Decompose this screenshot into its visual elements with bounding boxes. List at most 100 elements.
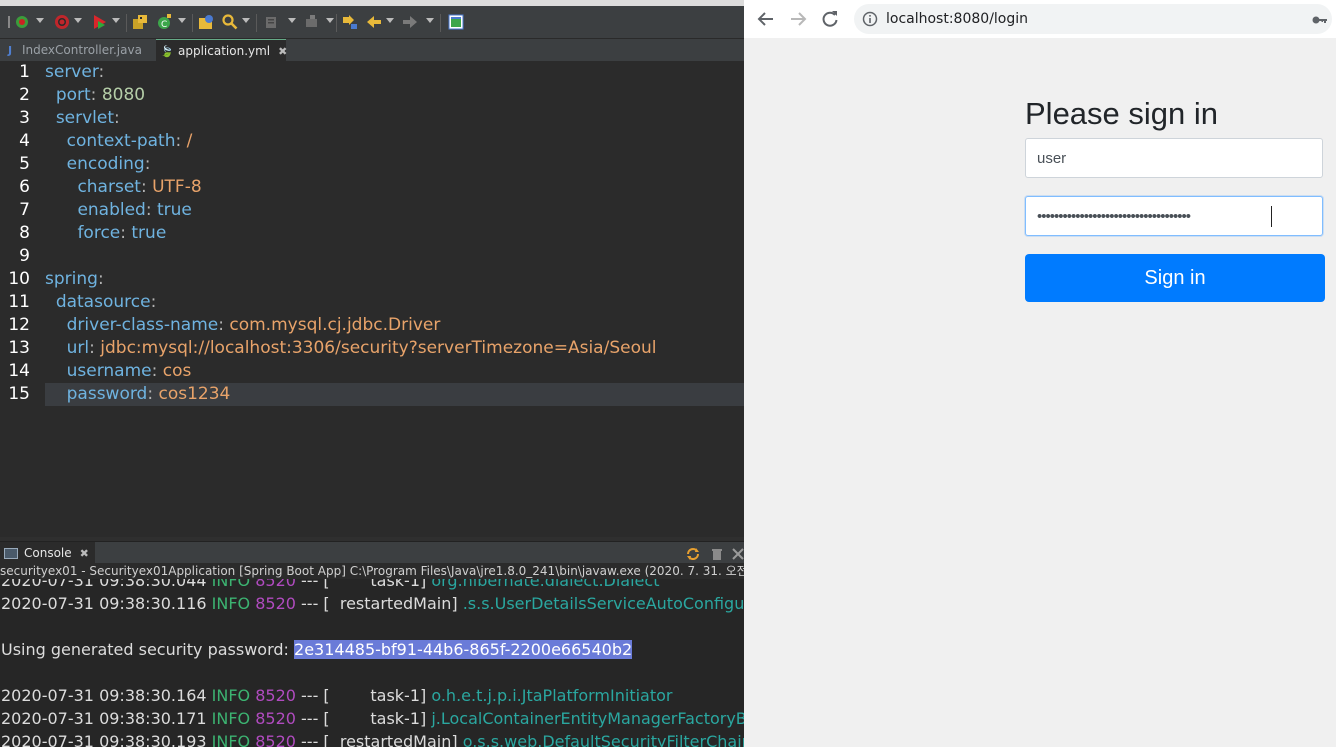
reload-icon[interactable] (820, 9, 840, 29)
remove-launch-icon[interactable] (731, 546, 744, 560)
code-token: : (140, 177, 153, 197)
refresh-icon[interactable] (686, 546, 700, 560)
sign-in-button[interactable]: Sign in (1025, 254, 1325, 302)
stop-dropdown-icon[interactable] (74, 18, 82, 23)
code-line[interactable]: 4 context-path: / (0, 130, 744, 153)
console-output[interactable]: 2020-07-31 09:38:30.044 INFO 8520 --- [ … (0, 579, 744, 747)
trash-icon[interactable] (710, 546, 724, 560)
generated-password[interactable]: 2e314485-bf91-44b6-865f-2200e66540b2 (294, 640, 633, 659)
console-token: j.LocalContainerEntityManagerFactoryBean (431, 709, 744, 728)
search-icon[interactable] (222, 14, 238, 30)
code-line[interactable]: 3 servlet: (0, 107, 744, 130)
editor-tab-bar: J IndexController.java 🍃 application.yml ✖ (0, 39, 744, 63)
back-arrow-icon[interactable] (366, 14, 382, 30)
line-number: 4 (19, 131, 30, 151)
console-process-description: securityex01 - Securityex01Application [… (0, 563, 744, 579)
code-line[interactable]: 14 username: cos (0, 360, 744, 383)
search-dropdown-icon[interactable] (242, 18, 250, 23)
line-number: 12 (8, 315, 30, 335)
console-line: 2020-07-31 09:38:30.044 INFO 8520 --- [ … (1, 579, 659, 592)
code-line[interactable]: 10 spring: (0, 268, 744, 291)
code-line[interactable]: 11 datasource: (0, 291, 744, 314)
code-token: : (175, 131, 187, 151)
address-bar[interactable]: localhost:8080/login (854, 4, 1332, 34)
code-line[interactable]: 6 charset: UTF-8 (0, 176, 744, 199)
console-line: 2020-07-31 09:38:30.164 INFO 8520 --- [ … (1, 684, 672, 707)
annotation-icon[interactable] (264, 14, 280, 30)
code-line[interactable]: 2 port: 8080 (0, 84, 744, 107)
tab-label: application.yml (178, 44, 271, 58)
code-text: context-path: / (45, 130, 744, 153)
code-line[interactable]: 13 url: jdbc:mysql://localhost:3306/secu… (0, 337, 744, 360)
console-token: org.hibernate.dialect.Dialect (431, 579, 660, 590)
console-token: o.s.s.web.DefaultSecurityFilterChain (462, 732, 744, 747)
line-number: 3 (19, 108, 30, 128)
console-token: 8520 (255, 732, 296, 747)
close-icon[interactable]: ✖ (80, 547, 89, 560)
annotation-dropdown-icon[interactable] (288, 18, 296, 23)
forward-icon[interactable] (788, 9, 808, 29)
line-number: 9 (19, 246, 30, 266)
run-dropdown-icon[interactable] (112, 18, 120, 23)
code-token: username (66, 361, 152, 381)
code-token: servlet (55, 108, 115, 128)
forward-arrow-icon[interactable] (402, 14, 418, 30)
username-field[interactable]: user (1025, 138, 1323, 178)
console-token: 8520 (255, 579, 296, 590)
login-page: Please sign in user ••••••••••••••••••••… (744, 38, 1336, 747)
code-text: username: cos (45, 360, 744, 383)
code-line[interactable]: 15 password: cos1234 (0, 383, 744, 406)
pin-dropdown-icon[interactable] (326, 18, 334, 23)
back-dropdown-icon[interactable] (386, 18, 394, 23)
code-token: / (186, 131, 193, 151)
console-token: INFO (211, 709, 256, 728)
code-editor[interactable]: 1 server: 2 port: 8080 3 servlet: 4 context-… (0, 61, 744, 537)
code-line[interactable]: 12 driver-class-name: com.mysql.cj.jdbc.… (0, 314, 744, 337)
console-token: 8520 (255, 594, 296, 613)
line-number: 2 (19, 85, 30, 105)
console-icon (4, 548, 18, 559)
forward-dropdown-icon[interactable] (426, 18, 434, 23)
tab-index-controller[interactable]: J IndexController.java (4, 39, 154, 61)
code-text: datasource: (45, 291, 744, 314)
new-class-dropdown-icon[interactable] (178, 18, 186, 23)
code-line[interactable]: 5 encoding: (0, 153, 744, 176)
code-line[interactable]: 9 (0, 245, 744, 268)
svg-text:C: C (161, 20, 167, 30)
console-line: Using generated security password: 2e314… (1, 638, 633, 661)
code-text: spring: (45, 268, 744, 291)
debug-icon[interactable] (14, 14, 30, 30)
tab-application-yml[interactable]: 🍃 application.yml ✖ (156, 39, 287, 63)
code-line[interactable]: 7 enabled: true (0, 199, 744, 222)
new-project-icon[interactable] (132, 14, 148, 30)
code-line[interactable]: 1 server: (0, 61, 744, 84)
line-number: 13 (8, 338, 30, 358)
open-type-icon[interactable] (198, 14, 214, 30)
back-icon[interactable] (756, 9, 776, 29)
new-class-icon[interactable]: C (156, 14, 172, 30)
key-icon[interactable] (1312, 12, 1328, 26)
close-icon[interactable]: ✖ (278, 41, 287, 63)
perspective-icon[interactable] (448, 14, 464, 30)
toolbar-separator (256, 14, 257, 32)
line-number: 14 (8, 361, 30, 381)
code-token: spring (45, 269, 98, 289)
code-token: cos (162, 361, 192, 381)
run-icon[interactable] (92, 14, 108, 30)
code-line[interactable]: 8 force: true (0, 222, 744, 245)
code-token: driver-class-name (66, 315, 219, 335)
stop-icon[interactable] (54, 14, 70, 30)
code-text: charset: UTF-8 (45, 176, 744, 199)
code-token: encoding (66, 154, 145, 174)
info-icon[interactable] (862, 11, 878, 27)
password-field[interactable]: •••••••••••••••••••••••••••••••••••• (1025, 196, 1323, 236)
tab-console[interactable]: Console ✖ (0, 542, 95, 564)
debug-dropdown-icon[interactable] (36, 18, 44, 23)
last-edit-icon[interactable] (342, 14, 358, 30)
pin-icon[interactable] (304, 14, 320, 30)
code-text: servlet: (45, 107, 744, 130)
